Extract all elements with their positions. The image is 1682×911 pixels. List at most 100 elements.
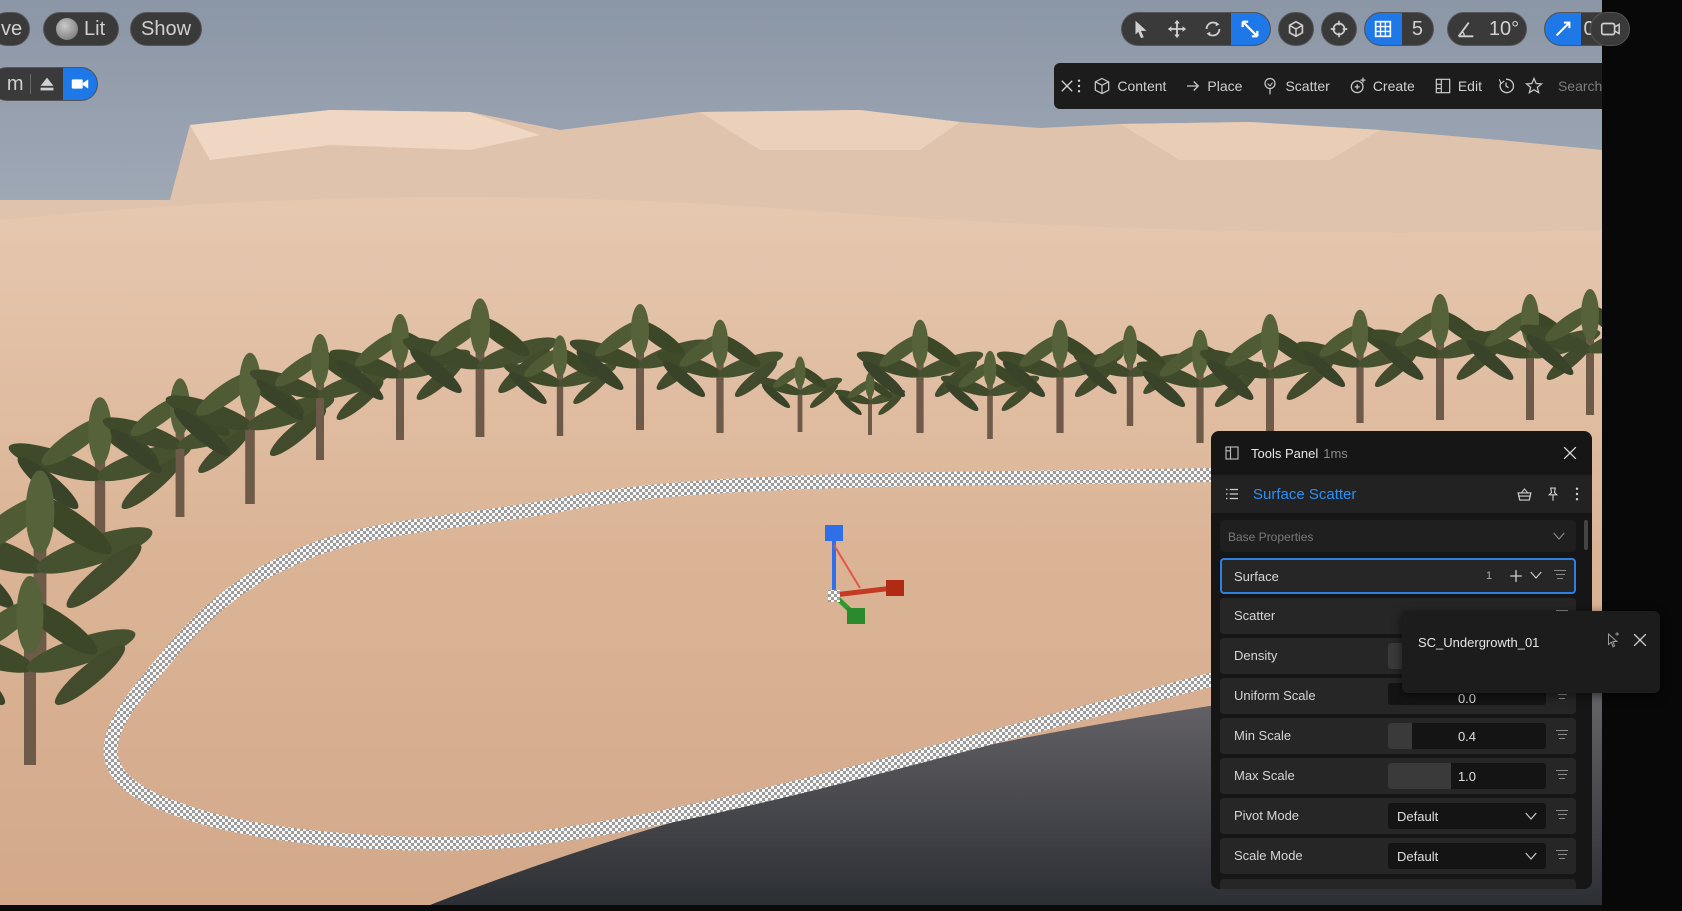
max-scale-row-options-icon[interactable]	[1556, 770, 1568, 782]
camera-button[interactable]	[62, 68, 97, 100]
close-toolbar-button[interactable]	[1058, 71, 1076, 101]
tool-name: Surface Scatter	[1253, 485, 1357, 503]
world-axes-icon	[1288, 20, 1304, 38]
scale-mode-value: Default	[1397, 849, 1439, 864]
min-scale-row-options-icon[interactable]	[1556, 730, 1568, 742]
favorites-button[interactable]	[1524, 76, 1544, 96]
plus-icon	[1510, 570, 1522, 582]
coordinate-system-button[interactable]	[1278, 12, 1314, 46]
surface-row[interactable]: Surface 1	[1220, 558, 1576, 594]
scatter-label: Scatter	[1234, 608, 1276, 623]
density-slider-fill	[1388, 643, 1402, 669]
uniform-scale-label: Uniform Scale	[1234, 688, 1316, 703]
move-arrows-icon	[1168, 19, 1187, 39]
surface-snap-icon	[1330, 20, 1348, 38]
tools-panel-header: Tools Panel 1ms	[1211, 431, 1592, 475]
close-panel-button[interactable]	[1560, 443, 1580, 463]
toolbar-options-button[interactable]	[1076, 71, 1082, 101]
min-scale-label: Min Scale	[1234, 728, 1292, 743]
toolbar-search-input[interactable]: Search...	[1558, 78, 1602, 94]
select-cursor-icon	[1607, 632, 1619, 648]
toolbar-scatter-button[interactable]: Scatter	[1260, 76, 1330, 96]
tool-title-bar: Surface Scatter	[1211, 475, 1592, 513]
lit-label: Lit	[84, 17, 106, 40]
toolbar-create-button[interactable]: Create	[1348, 76, 1415, 96]
tools-panel-title: Tools Panel	[1251, 445, 1319, 461]
list-icon	[1223, 485, 1241, 503]
pivot-mode-label: Pivot Mode	[1234, 808, 1300, 823]
create-plus-icon	[1350, 77, 1366, 94]
rotate-icon	[1205, 21, 1221, 37]
angle-snap-bar: 10°	[1447, 12, 1527, 46]
more-vertical-icon	[1575, 487, 1579, 501]
video-camera-icon	[71, 79, 89, 89]
toolbar-content-button[interactable]: Content	[1092, 76, 1166, 96]
basket-icon	[1517, 487, 1532, 501]
camera-mode-label[interactable]: m	[0, 68, 30, 100]
grid-snap-toggle[interactable]	[1365, 13, 1402, 45]
scale-snap-icon	[1555, 21, 1571, 37]
tools-panel-timing: 1ms	[1323, 445, 1348, 461]
grid-icon	[1375, 20, 1392, 38]
chevron-down-icon	[1525, 852, 1537, 860]
add-surface-button[interactable]	[1506, 566, 1526, 586]
scale-mode-label: Scale Mode	[1234, 848, 1303, 863]
close-icon	[1563, 446, 1577, 460]
lit-sphere-icon	[56, 18, 78, 40]
eject-button[interactable]	[30, 68, 62, 100]
tool-preset-button[interactable]	[1515, 485, 1534, 504]
move-tool-button[interactable]	[1160, 13, 1196, 45]
angle-snap-toggle[interactable]	[1448, 13, 1484, 45]
chevron-down-icon	[1525, 812, 1537, 820]
surface-expand-button[interactable]	[1527, 566, 1545, 584]
panel-scrollbar[interactable]	[1584, 520, 1588, 550]
min-scale-row[interactable]: Min Scale 0.4	[1220, 718, 1576, 754]
close-icon	[1061, 80, 1073, 92]
grid-snap-value[interactable]: 5	[1402, 13, 1433, 45]
select-asset-button[interactable]	[1604, 631, 1622, 649]
surface-row-options-icon[interactable]	[1554, 570, 1566, 582]
scale-mode-dropdown[interactable]: Default	[1388, 843, 1546, 869]
chevron-down-icon	[1530, 571, 1542, 579]
toolbar-edit-button[interactable]: Edit	[1433, 76, 1482, 96]
lit-mode-button[interactable]: Lit	[43, 12, 119, 46]
close-icon	[1633, 633, 1647, 647]
max-scale-slider[interactable]: 1.0	[1388, 763, 1546, 789]
pivot-mode-row-options-icon[interactable]	[1556, 810, 1568, 822]
angle-snap-value[interactable]: 10°	[1484, 13, 1524, 45]
remove-asset-button[interactable]	[1630, 630, 1650, 650]
density-label: Density	[1234, 648, 1278, 663]
min-scale-value: 0.4	[1457, 729, 1477, 744]
edit-grid-icon	[1435, 78, 1451, 94]
star-icon	[1524, 76, 1544, 95]
viewport-options-button[interactable]	[1590, 12, 1630, 46]
camera-mode-bar: m	[0, 67, 98, 101]
tool-options-button[interactable]	[1574, 485, 1580, 503]
rotate-tool-button[interactable]	[1195, 13, 1231, 45]
pivot-mode-row[interactable]: Pivot Mode Default	[1220, 798, 1576, 834]
select-tool-button[interactable]	[1122, 13, 1160, 45]
max-scale-row[interactable]: Max Scale 1.0	[1220, 758, 1576, 794]
scale-mode-row[interactable]: Scale Mode Default	[1220, 838, 1576, 874]
grid-snap-bar: 5	[1364, 12, 1434, 46]
toolbar-place-button[interactable]: Place	[1184, 77, 1242, 95]
min-scale-slider[interactable]: 0.4	[1388, 723, 1546, 749]
history-button[interactable]	[1496, 76, 1516, 96]
show-label: Show	[140, 17, 192, 40]
arrow-right-icon	[1187, 81, 1200, 91]
pin-button[interactable]	[1544, 485, 1562, 503]
cursor-arrow-icon	[1135, 20, 1147, 39]
base-properties-section[interactable]: Base Properties	[1220, 520, 1576, 552]
scale-snap-toggle[interactable]	[1545, 13, 1581, 45]
pivot-mode-dropdown[interactable]: Default	[1388, 803, 1546, 829]
scale-tool-button[interactable]	[1230, 13, 1270, 45]
pin-icon	[1547, 487, 1559, 501]
surface-snapping-button[interactable]	[1321, 12, 1357, 46]
transform-tools-bar	[1121, 12, 1271, 46]
main-toolbar: Content Place Scatter Create Edit Search…	[1054, 63, 1602, 109]
max-scale-value: 1.0	[1457, 769, 1477, 784]
section-title: Base Properties	[1228, 530, 1314, 544]
show-button[interactable]: Show	[130, 12, 202, 46]
scale-mode-row-options-icon[interactable]	[1556, 850, 1568, 862]
camera-settings-icon	[1600, 22, 1620, 36]
